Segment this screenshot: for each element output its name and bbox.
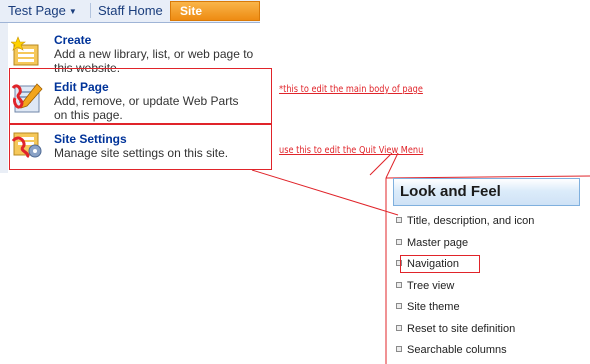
look-and-feel-link-title-description-icon[interactable]: Title, description, and icon — [396, 215, 534, 227]
look-and-feel-link-site-theme[interactable]: Site theme — [396, 301, 460, 313]
link-label: Reset to site definition — [407, 323, 516, 335]
look-and-feel-link-searchable-columns[interactable]: Searchable columns — [396, 344, 507, 356]
bullet-icon — [396, 325, 402, 332]
bullet-icon — [396, 239, 402, 246]
look-and-feel-link-reset-site-definition[interactable]: Reset to site definition — [396, 323, 515, 335]
bullet-icon — [396, 303, 402, 310]
bullet-icon — [396, 346, 402, 353]
bullet-icon — [396, 282, 402, 289]
look-and-feel-link-tree-view[interactable]: Tree view — [396, 280, 454, 292]
look-and-feel-header: Look and Feel — [393, 178, 580, 206]
link-label: Title, description, and icon — [407, 215, 535, 227]
link-label: Site theme — [407, 301, 460, 313]
navigation-highlight-box — [400, 255, 480, 273]
link-label: Searchable columns — [407, 344, 507, 356]
bullet-icon — [396, 217, 402, 224]
link-label: Master page — [407, 237, 469, 249]
look-and-feel-link-master-page[interactable]: Master page — [396, 237, 468, 249]
link-label: Tree view — [407, 280, 455, 292]
